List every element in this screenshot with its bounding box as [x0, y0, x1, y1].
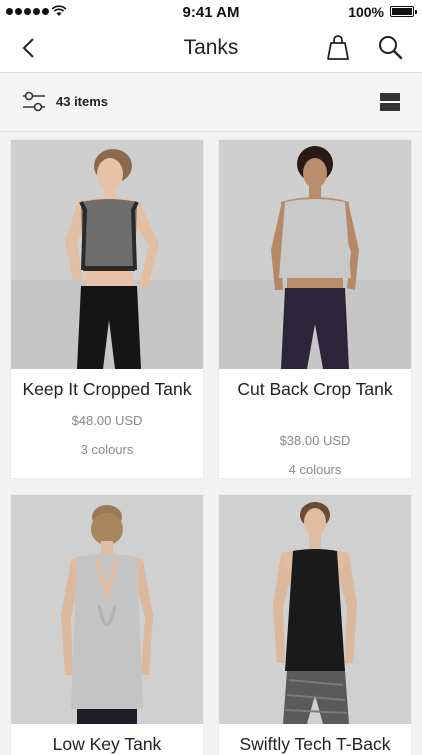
product-name[interactable]: Keep It Cropped Tank: [11, 379, 203, 399]
product-image[interactable]: [11, 140, 203, 369]
product-card[interactable]: Keep It Cropped Tank $48.00 USD 3 colour…: [11, 140, 203, 478]
filter-icon[interactable]: [21, 89, 47, 115]
product-name[interactable]: Swiftly Tech T-Back: [219, 734, 411, 754]
product-card[interactable]: Cut Back Crop Tank $38.00 USD 4 colours: [219, 140, 411, 478]
grid-view-icon[interactable]: [380, 92, 400, 112]
product-image[interactable]: [219, 495, 411, 724]
product-card[interactable]: Low Key Tank: [11, 495, 203, 755]
battery-percentage: 100%: [348, 4, 384, 20]
status-bar: 9:41 AM 100%: [0, 0, 422, 24]
search-icon[interactable]: [376, 33, 404, 61]
product-image[interactable]: [11, 495, 203, 724]
product-name[interactable]: Cut Back Crop Tank: [219, 379, 411, 399]
product-name[interactable]: Low Key Tank: [11, 734, 203, 754]
item-count: 43 items: [56, 94, 109, 109]
product-colours: 3 colours: [80, 442, 134, 457]
product-price: $48.00 USD: [71, 413, 143, 428]
shopping-bag-icon[interactable]: [324, 32, 352, 62]
product-colours: 4 colours: [288, 462, 342, 477]
product-card[interactable]: Swiftly Tech T-Back: [219, 495, 411, 755]
product-image[interactable]: [219, 140, 411, 369]
navigation-bar: Tanks: [0, 24, 422, 73]
page-title: Tanks: [183, 36, 239, 59]
battery-icon: [390, 6, 417, 17]
product-price: $38.00 USD: [279, 433, 351, 448]
filter-toolbar: 43 items: [0, 73, 422, 132]
